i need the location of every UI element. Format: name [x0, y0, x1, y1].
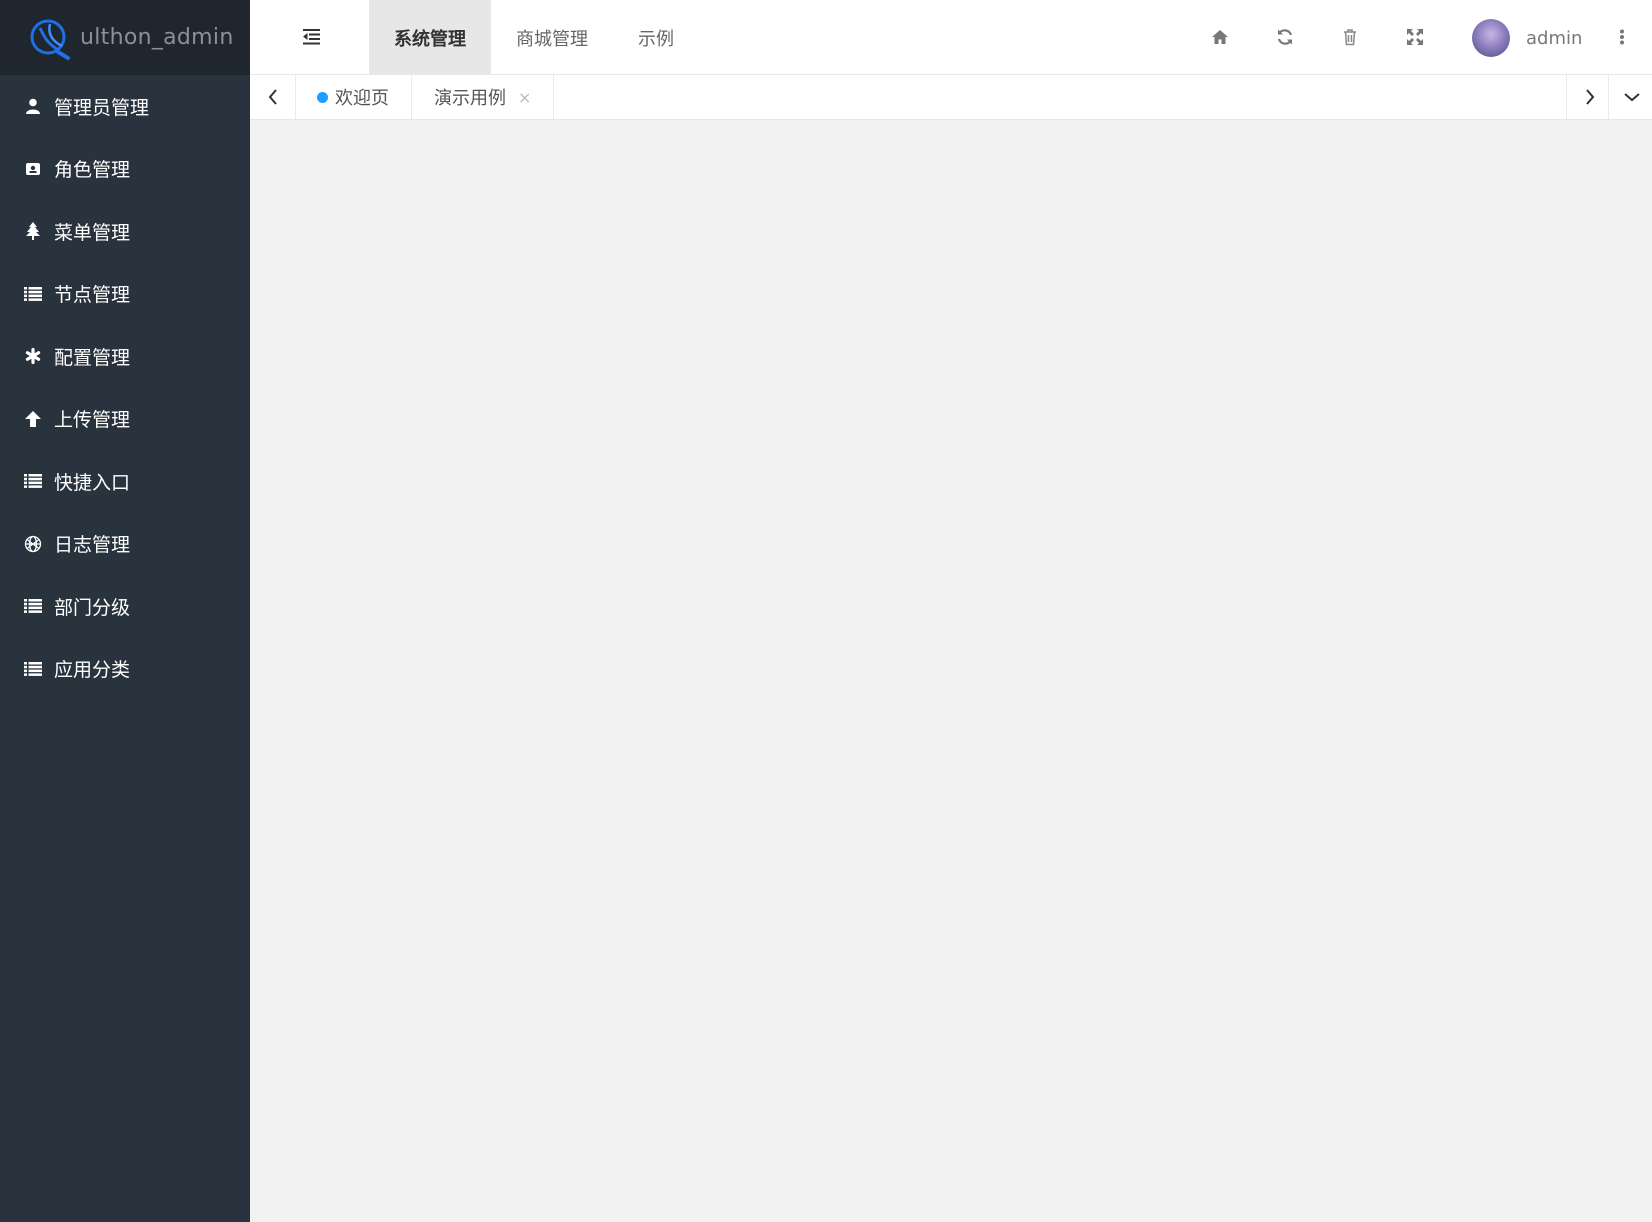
tab-welcome[interactable]: 欢迎页	[295, 75, 412, 119]
main-content	[250, 120, 1652, 1222]
sidebar-item-config-management[interactable]: 配置管理	[0, 325, 250, 388]
sidebar-item-role-management[interactable]: 角色管理	[0, 138, 250, 201]
indent-icon	[303, 29, 320, 45]
user-menu[interactable]: admin	[1472, 18, 1582, 58]
sidebar-item-label: 菜单管理	[54, 221, 131, 244]
sidebar-item-label: 节点管理	[54, 284, 131, 307]
sidebar-item-upload-management[interactable]: 上传管理	[0, 388, 250, 451]
tab-list: 欢迎页 演示用例 ×	[295, 75, 555, 119]
list-icon	[24, 285, 42, 303]
sidebar-item-node-management[interactable]: 节点管理	[0, 263, 250, 326]
list-icon	[24, 660, 42, 678]
sidebar-item-admin-management[interactable]: 管理员管理	[0, 75, 250, 138]
clear-cache-button[interactable]	[1340, 27, 1360, 47]
user-icon	[24, 97, 42, 115]
tree-icon	[24, 222, 42, 241]
more-options-button[interactable]	[1612, 27, 1632, 47]
vertical-dots-icon	[1620, 29, 1624, 45]
topnav-mall-management[interactable]: 商城管理	[491, 0, 613, 75]
avatar	[1472, 19, 1510, 57]
home-icon	[1212, 30, 1228, 44]
fullscreen-icon	[1407, 29, 1423, 45]
chevron-right-icon	[1585, 89, 1594, 105]
top-header: 系统管理 商城管理 示例 admin	[250, 0, 1652, 75]
tab-demo[interactable]: 演示用例 ×	[412, 75, 555, 119]
sidebar-item-label: 快捷入口	[54, 471, 131, 494]
logo-icon	[30, 19, 70, 60]
brand-name: ulthon_admin	[80, 25, 234, 50]
globe-icon	[24, 535, 42, 553]
tab-scroll-right-button[interactable]	[1566, 75, 1612, 119]
sidebar-item-log-management[interactable]: 日志管理	[0, 513, 250, 576]
active-dot-icon	[317, 91, 328, 103]
menu-collapse-button[interactable]	[300, 25, 324, 49]
home-button[interactable]	[1210, 27, 1230, 47]
refresh-button[interactable]	[1275, 27, 1295, 47]
topnav-system-management[interactable]: 系统管理	[369, 0, 491, 75]
refresh-icon	[1277, 29, 1293, 45]
user-name: admin	[1526, 27, 1583, 49]
list-icon	[24, 597, 42, 615]
tab-label: 演示用例	[434, 88, 506, 109]
tab-scroll-left-button[interactable]	[250, 75, 296, 119]
sidebar-item-label: 上传管理	[54, 409, 131, 432]
id-card-icon	[24, 160, 42, 178]
fullscreen-button[interactable]	[1405, 27, 1425, 47]
tab-bar: 欢迎页 演示用例 ×	[250, 75, 1652, 120]
trash-icon	[1344, 29, 1356, 46]
sidebar: 管理员管理 角色管理 菜单管理 节点管理 配置管理 上传管理 快捷入口 日志管理…	[0, 75, 250, 1222]
sidebar-item-menu-management[interactable]: 菜单管理	[0, 200, 250, 263]
sidebar-item-department-levels[interactable]: 部门分级	[0, 575, 250, 638]
sidebar-item-app-category[interactable]: 应用分类	[0, 638, 250, 701]
chevron-left-icon	[268, 89, 277, 105]
close-icon[interactable]: ×	[518, 88, 531, 107]
asterisk-icon	[24, 347, 42, 365]
logo-area[interactable]: ulthon_admin	[0, 0, 250, 75]
list-icon	[24, 472, 42, 490]
tab-options-button[interactable]	[1608, 75, 1652, 119]
sidebar-item-label: 应用分类	[54, 659, 131, 682]
top-nav: 系统管理 商城管理 示例	[369, 0, 699, 75]
sidebar-item-label: 角色管理	[54, 159, 131, 182]
sidebar-item-shortcut-entry[interactable]: 快捷入口	[0, 450, 250, 513]
sidebar-item-label: 部门分级	[54, 596, 131, 619]
sidebar-item-label: 日志管理	[54, 534, 131, 557]
sidebar-item-label: 管理员管理	[54, 96, 150, 119]
arrow-up-icon	[24, 410, 42, 428]
tab-label: 欢迎页	[335, 88, 389, 109]
topnav-examples[interactable]: 示例	[613, 0, 699, 75]
sidebar-item-label: 配置管理	[54, 346, 131, 369]
chevron-down-icon	[1623, 93, 1640, 102]
